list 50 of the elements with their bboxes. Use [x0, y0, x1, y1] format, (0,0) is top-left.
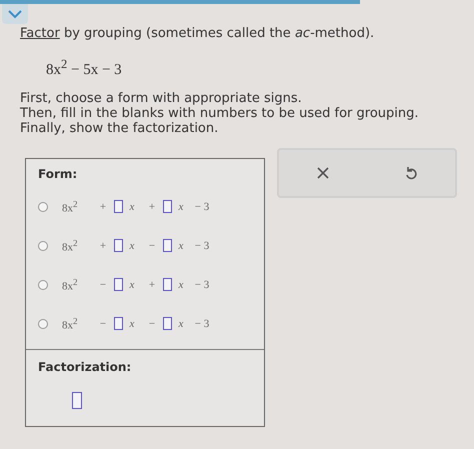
blank-input[interactable]: [163, 317, 172, 330]
undo-icon: [405, 166, 417, 180]
polynomial-expression: 8x$^{2}$ − 5x − 3: [46, 57, 123, 80]
leading-term: 8x$^{2}$: [62, 276, 79, 292]
sign-symbol: −: [98, 278, 108, 290]
close-icon: [317, 167, 329, 179]
sign-symbol: −: [148, 318, 156, 330]
sign-symbol: +: [98, 240, 108, 252]
constant-term: − 3: [194, 200, 210, 212]
instruction-text: First, choose a form with appropriate signs.: [20, 91, 303, 106]
undo-button[interactable]: [403, 164, 419, 182]
sign-symbol: +: [148, 278, 156, 290]
instruction-text: Then, fill in the blanks with numbers to be used for grouping.: [20, 106, 420, 121]
answer-input[interactable]: [72, 392, 82, 409]
variable: x: [177, 240, 184, 252]
instruction-text: Finally, show the factorization.: [20, 121, 220, 136]
clear-button[interactable]: [315, 165, 331, 181]
problem-statement: Factor by grouping (sometimes called the ac-method).: [20, 26, 376, 41]
factor-link[interactable]: Factor: [20, 26, 60, 41]
variable: x: [177, 318, 184, 330]
blank-input[interactable]: [114, 278, 123, 291]
variable: x: [128, 318, 136, 330]
variable: x: [128, 200, 136, 212]
radio-button[interactable]: [38, 240, 48, 250]
blank-input[interactable]: [114, 200, 123, 213]
constant-term: − 3: [194, 240, 210, 252]
constant-term: − 3: [194, 278, 210, 290]
sign-symbol: −: [148, 240, 156, 252]
sign-symbol: +: [98, 200, 108, 212]
radio-button[interactable]: [38, 280, 48, 290]
leading-term: 8x$^{2}$: [62, 238, 79, 254]
blank-input[interactable]: [163, 239, 172, 252]
variable: x: [128, 278, 136, 290]
sign-symbol: +: [148, 200, 156, 212]
variable: x: [177, 200, 184, 212]
blank-input[interactable]: [114, 239, 123, 252]
factorization-heading: Factorization:: [38, 360, 132, 374]
constant-term: − 3: [194, 318, 210, 330]
form-heading: Form:: [38, 167, 78, 181]
variable: x: [177, 278, 184, 290]
radio-button[interactable]: [38, 202, 48, 212]
variable: x: [128, 240, 136, 252]
blank-input[interactable]: [114, 317, 123, 330]
sign-symbol: −: [98, 318, 108, 330]
leading-term: 8x$^{2}$: [62, 198, 79, 214]
blank-input[interactable]: [163, 278, 172, 291]
radio-button[interactable]: [38, 318, 48, 328]
leading-term: 8x$^{2}$: [62, 316, 79, 332]
blank-input[interactable]: [163, 200, 172, 213]
chevron-down-icon: [8, 10, 22, 18]
